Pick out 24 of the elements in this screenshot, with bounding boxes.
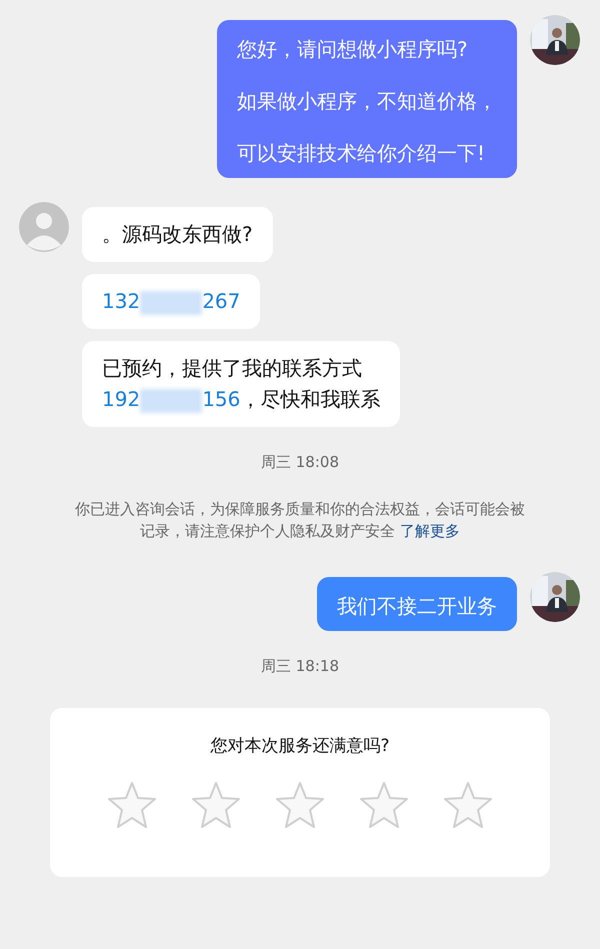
message-text: 已预约，提供了我的联系方式 (102, 356, 362, 380)
message-text: 。源码改东西做? (102, 221, 253, 248)
message-text: 如果做小程序，不知道价格， (237, 88, 497, 115)
star-icon[interactable] (191, 781, 241, 829)
phone-link[interactable]: 267 (202, 289, 240, 313)
timestamp: 周三 18:08 (260, 453, 340, 472)
star-icon[interactable] (359, 781, 409, 829)
learn-more-link[interactable]: 了解更多 (400, 522, 460, 540)
phone-link[interactable]: 132 (102, 289, 140, 313)
star-icon[interactable] (443, 781, 493, 829)
phone-link[interactable]: 192 (102, 387, 140, 411)
blurred-number (140, 290, 202, 315)
message-text: 您好，请问想做小程序吗? (237, 36, 469, 63)
phone-link[interactable]: 156 (202, 387, 240, 411)
message-text: 可以安排技术给你介绍一下! (237, 140, 486, 167)
rating-question: 您对本次服务还满意吗? (209, 735, 391, 757)
notice-text: 你已进入咨询会话，为保障服务质量和你的合法权益，会话可能会被记录，请注意保护个人隐私及财产安全 了解更多 (75, 499, 525, 542)
timestamp: 周三 18:18 (260, 657, 340, 676)
message-text: 我们不接二开业务 (337, 593, 497, 620)
star-icon[interactable] (107, 781, 157, 829)
star-icon[interactable] (275, 781, 325, 829)
message-text: ，尽快和我联系 (240, 387, 380, 411)
blurred-number (140, 388, 202, 413)
avatar-icon (19, 202, 69, 252)
